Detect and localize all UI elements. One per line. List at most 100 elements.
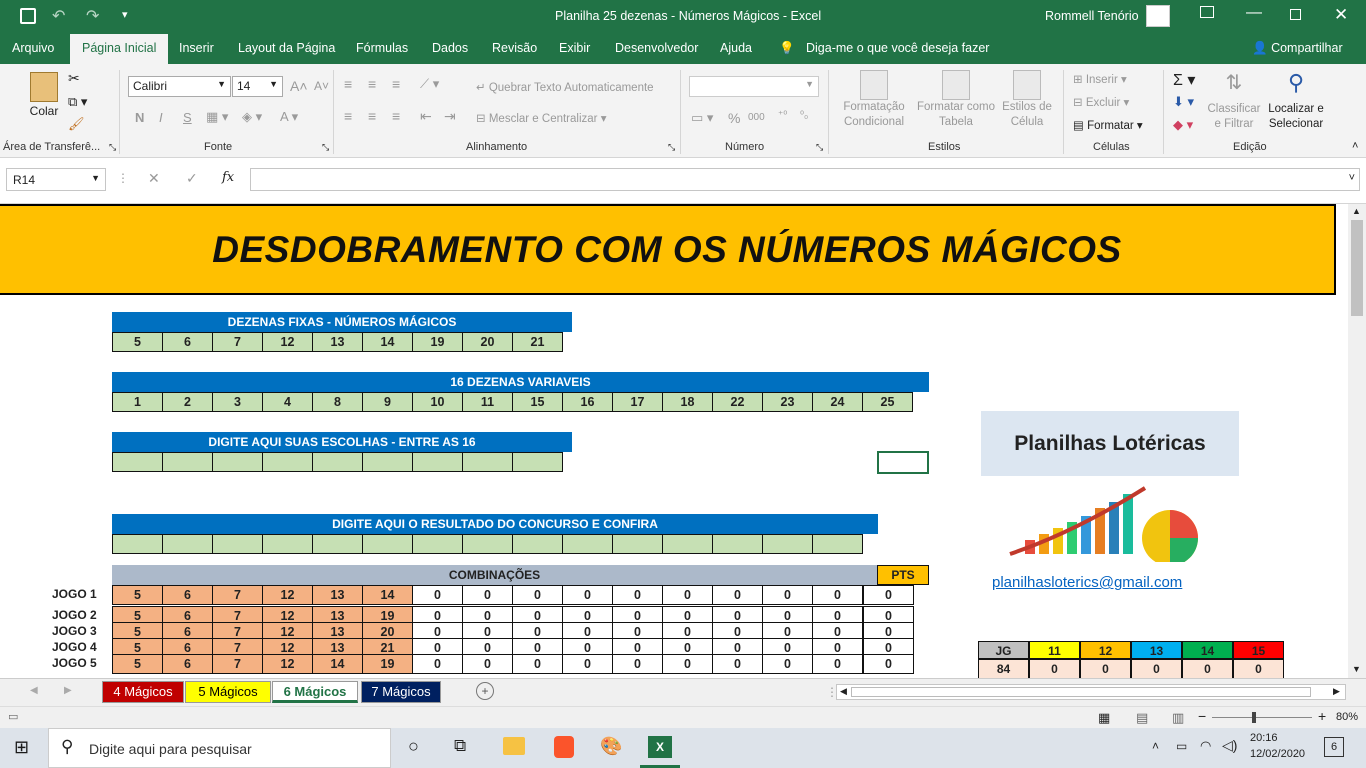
fill-icon[interactable]: ⬇ ▾ [1173, 94, 1194, 110]
shrink-font-icon[interactable]: A˅ [314, 79, 329, 93]
autosum-icon[interactable]: Σ ▾ [1173, 70, 1195, 90]
wifi-icon[interactable]: ◠ [1200, 738, 1211, 754]
choice-input-cell[interactable] [362, 452, 413, 472]
scroll-down-icon[interactable]: ▼ [1352, 664, 1361, 674]
thousands-button[interactable]: 000 [748, 112, 765, 123]
page-layout-view-icon[interactable]: ▤ [1136, 710, 1148, 726]
font-launcher-icon[interactable]: ⤡ [322, 142, 329, 153]
name-box[interactable]: R14 ▼ [6, 168, 106, 191]
delete-cells-button[interactable]: ⊟ Excluir ▾ [1073, 95, 1129, 109]
minimize-icon[interactable]: — [1246, 4, 1262, 22]
tray-chevron-icon[interactable]: ˄ [1152, 739, 1159, 753]
choice-input-cell[interactable] [262, 452, 313, 472]
sheet-tab[interactable]: 5 Mágicos [185, 681, 271, 703]
result-input-cell[interactable] [412, 534, 463, 554]
align-top-icon[interactable]: ≡ [344, 76, 352, 92]
align-center-icon[interactable]: ≡ [368, 108, 376, 124]
zoom-slider[interactable] [1212, 712, 1312, 723]
windows-start-icon[interactable]: ⊞ [14, 737, 29, 758]
increase-indent-icon[interactable]: ⇥ [444, 108, 456, 125]
choice-input-cell[interactable] [512, 452, 563, 472]
zoom-in-icon[interactable]: + [1318, 708, 1326, 724]
bold-button[interactable]: N [135, 110, 144, 125]
number-format-select[interactable]: ▼ [689, 76, 819, 97]
font-color-icon[interactable]: A ▾ [280, 109, 298, 125]
result-input-cell[interactable] [462, 534, 513, 554]
decrease-decimal-icon[interactable]: ⁰₀ [800, 110, 808, 121]
sheet-tab[interactable]: 4 Mágicos [102, 681, 184, 703]
result-input-cell[interactable] [112, 534, 163, 554]
brave-browser-icon[interactable] [554, 736, 574, 758]
customize-toolbar-icon[interactable]: ▾ [122, 8, 128, 21]
task-view-icon[interactable]: ○ [408, 736, 419, 757]
result-input-cell[interactable] [762, 534, 813, 554]
close-icon[interactable]: ✕ [1334, 5, 1348, 25]
tell-me-search[interactable]: Diga-me o que você deseja fazer [806, 41, 989, 55]
tab-exibir[interactable]: Exibir [559, 41, 590, 55]
scroll-thumb[interactable] [1351, 220, 1363, 316]
percent-button[interactable]: % [728, 110, 740, 126]
choice-input-cell[interactable] [212, 452, 263, 472]
result-input-cell[interactable] [612, 534, 663, 554]
file-explorer-icon[interactable] [503, 737, 525, 755]
result-input-cell[interactable] [812, 534, 863, 554]
result-input-cell[interactable] [162, 534, 213, 554]
ribbon-display-icon[interactable] [1200, 6, 1214, 18]
insert-cells-button[interactable]: ⊞ Inserir ▾ [1073, 72, 1127, 86]
zoom-out-icon[interactable]: − [1198, 708, 1206, 724]
widgets-icon[interactable]: ⧉ [454, 736, 466, 756]
vertical-scrollbar[interactable]: ▲ ▼ [1348, 204, 1366, 678]
result-input-cell[interactable] [662, 534, 713, 554]
formula-input[interactable]: ˅ [250, 168, 1360, 191]
selected-cell[interactable] [877, 451, 929, 474]
result-input-cell[interactable] [562, 534, 613, 554]
align-right-icon[interactable]: ≡ [392, 108, 400, 124]
clock-date[interactable]: 12/02/2020 [1250, 748, 1305, 760]
tab-layout[interactable]: Layout da Página [238, 41, 335, 55]
number-launcher-icon[interactable]: ⤡ [816, 142, 823, 153]
format-painter-icon[interactable]: 🖌 [68, 116, 85, 132]
tab-scroll-right-icon[interactable]: ▶ [64, 685, 72, 696]
tab-ajuda[interactable]: Ajuda [720, 41, 752, 55]
result-input-cell[interactable] [712, 534, 763, 554]
choice-input-cell[interactable] [112, 452, 163, 472]
underline-button[interactable]: S [183, 110, 192, 125]
expand-formula-icon[interactable]: ˅ [1349, 172, 1355, 184]
italic-button[interactable]: I [159, 110, 163, 125]
tab-scroll-left-icon[interactable]: ◀ [30, 685, 38, 696]
restore-icon[interactable] [1290, 9, 1301, 20]
hscroll-left-icon[interactable]: ◀ [840, 686, 847, 697]
tab-arquivo[interactable]: Arquivo [12, 41, 54, 55]
clipboard-launcher-icon[interactable]: ⤡ [109, 142, 116, 153]
cell-styles-button[interactable]: Estilos de Célula [1000, 70, 1054, 130]
currency-icon[interactable]: ▭ ▾ [691, 110, 713, 126]
new-sheet-icon[interactable]: + [476, 682, 494, 700]
share-button[interactable]: 👤 Compartilhar [1252, 41, 1343, 56]
align-middle-icon[interactable]: ≡ [368, 76, 376, 92]
sheet-tab[interactable]: 7 Mágicos [361, 681, 441, 703]
format-cells-button[interactable]: ▤ Formatar ▾ [1073, 118, 1143, 132]
merge-center-button[interactable]: ⊟ Mesclar e Centralizar ▾ [476, 111, 606, 125]
tab-desenvolvedor[interactable]: Desenvolvedor [615, 41, 698, 55]
battery-icon[interactable]: ▭ [1176, 739, 1187, 753]
avatar[interactable] [1146, 5, 1170, 27]
choice-input-cell[interactable] [462, 452, 513, 472]
save-icon[interactable] [20, 8, 36, 24]
result-input-cell[interactable] [212, 534, 263, 554]
choice-input-cell[interactable] [162, 452, 213, 472]
borders-icon[interactable]: ▦ ▾ [206, 109, 228, 125]
insert-function-button[interactable]: fx [222, 170, 234, 185]
cancel-icon[interactable]: ✕ [148, 170, 160, 187]
font-size-select[interactable]: 14 ▼ [232, 76, 283, 97]
sheet-tab[interactable]: 6 Mágicos [272, 681, 358, 703]
result-input-cell[interactable] [512, 534, 563, 554]
undo-icon[interactable]: ↶ [52, 6, 65, 26]
scroll-up-icon[interactable]: ▲ [1352, 206, 1361, 216]
hscroll-right-icon[interactable]: ▶ [1333, 686, 1340, 697]
clock-time[interactable]: 20:16 [1250, 732, 1278, 744]
conditional-format-button[interactable]: Formatação Condicional [836, 70, 912, 130]
increase-decimal-icon[interactable]: ⁺⁰ [778, 110, 787, 121]
cut-icon[interactable]: ✂ [68, 70, 80, 87]
result-input-cell[interactable] [312, 534, 363, 554]
find-select-button[interactable]: ⚲ Localizar e Selecionar [1264, 70, 1328, 132]
